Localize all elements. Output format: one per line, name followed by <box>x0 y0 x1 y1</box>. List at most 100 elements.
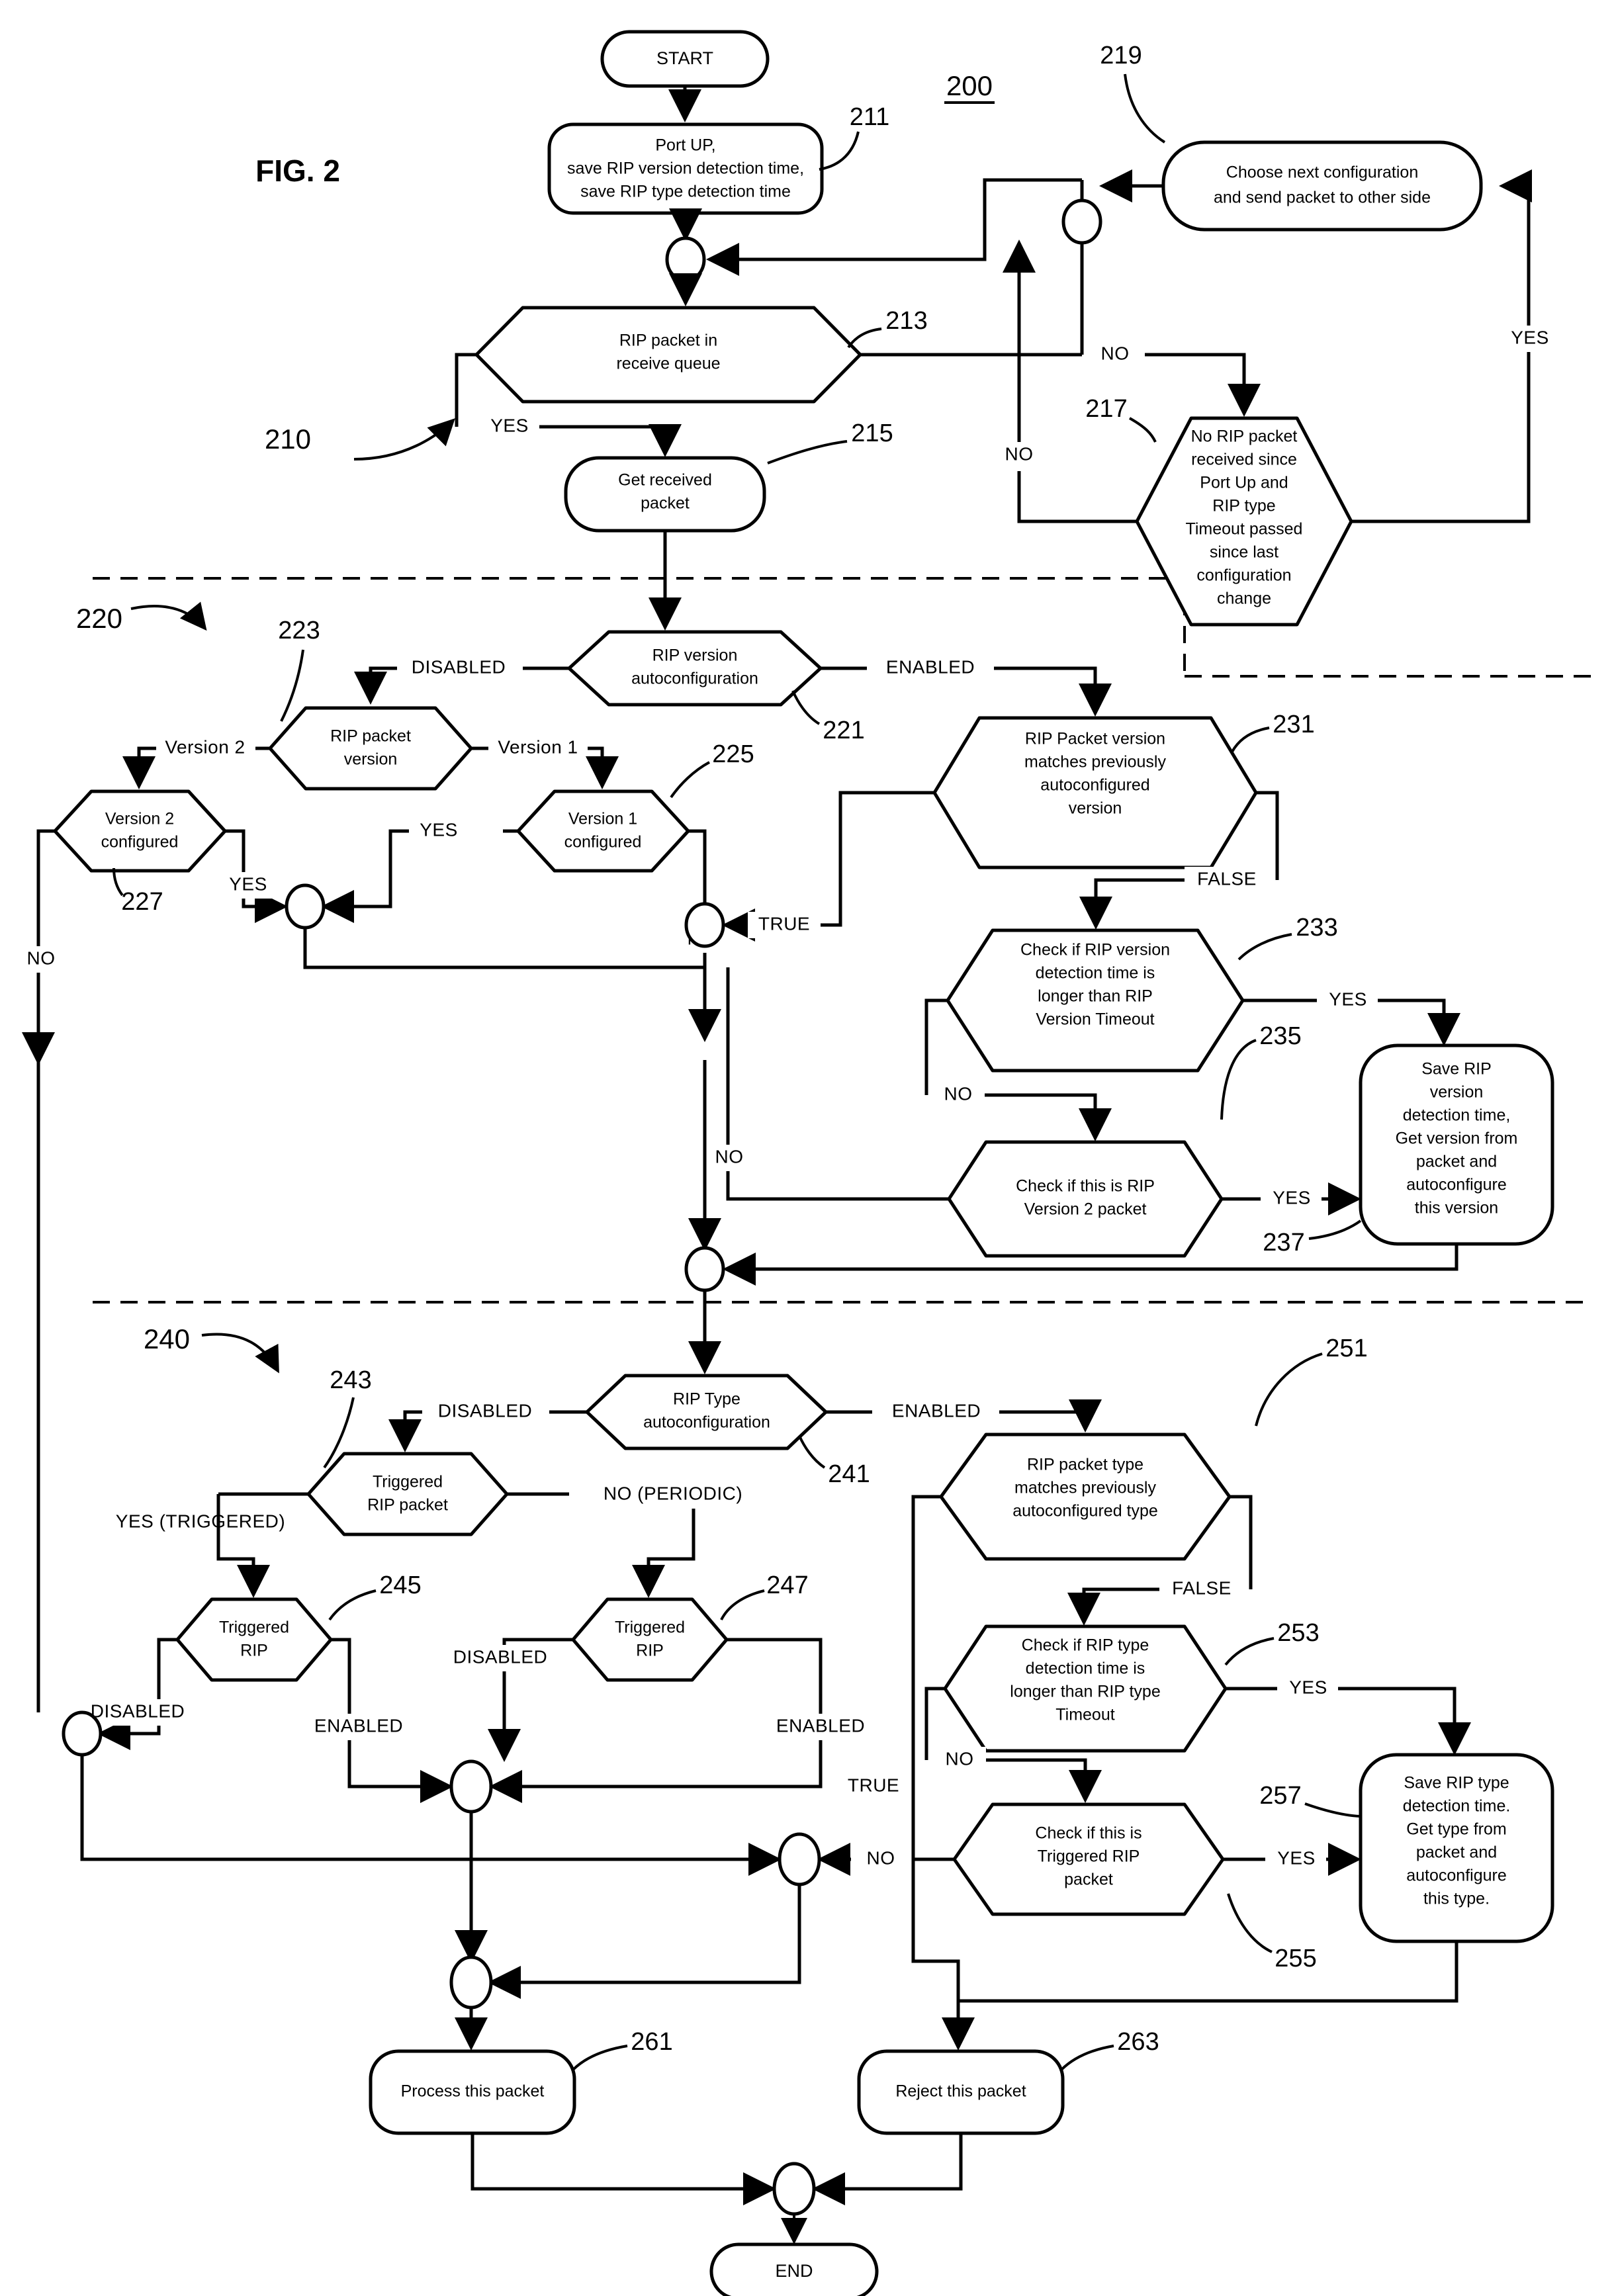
node-245: Triggered RIP <box>175 1597 333 1682</box>
section-ref-220-label: 220 <box>76 603 122 634</box>
node-253-line-1: detection time is <box>1026 1659 1145 1678</box>
node-243-line-0: Triggered <box>373 1473 443 1491</box>
node-261: Process this packet <box>369 2049 576 2135</box>
ref-221-label: 221 <box>823 717 864 744</box>
edge-label-223-v1: Version 1 <box>498 736 578 757</box>
edge-label-231-false: FALSE <box>1197 868 1257 889</box>
node-263-line-0: Reject this packet <box>895 2082 1026 2101</box>
node-223: RIP packet version <box>268 706 473 791</box>
merge-node-g <box>449 1759 493 1814</box>
edge-label-245-enabled: ENABLED <box>314 1715 403 1736</box>
merge-node-e <box>684 1246 725 1292</box>
edge-label-231-true: TRUE <box>758 913 810 934</box>
node-237-line-6: this version <box>1415 1199 1498 1217</box>
node-235: Check if this is RIP Version 2 packet <box>947 1140 1224 1258</box>
node-217-line-4: Timeout passed <box>1186 520 1303 539</box>
node-219-line-0: Choose next configuration <box>1226 163 1418 182</box>
node-233: Check if RIP version detection time is l… <box>946 928 1245 1073</box>
node-257-line-2: Get type from <box>1406 1820 1506 1839</box>
merge-node-a <box>665 236 706 283</box>
edge-label-235-yes: YES <box>1273 1187 1311 1208</box>
ref-261-label: 261 <box>631 2028 672 2056</box>
merge-node-c <box>285 883 326 930</box>
edge-label-245-disabled: DISABLED <box>91 1700 185 1721</box>
edge-label-233-yes: YES <box>1329 989 1367 1009</box>
edge-label-217-yes: YES <box>1511 327 1549 347</box>
edge-label-221-enabled: ENABLED <box>886 656 975 677</box>
ref-241-label: 241 <box>828 1460 870 1488</box>
node-233-line-0: Check if RIP version <box>1020 941 1170 959</box>
ref-213-label: 213 <box>885 307 927 335</box>
node-263: Reject this packet <box>857 2049 1065 2135</box>
ref-217-label: 217 <box>1085 395 1127 423</box>
node-237-line-5: autoconfigure <box>1406 1176 1507 1194</box>
node-217-line-1: received since <box>1191 451 1297 469</box>
node-219: Choose next configuration and send packe… <box>1161 140 1483 232</box>
node-221-line-1: autoconfiguration <box>631 670 758 688</box>
node-217-line-3: RIP type <box>1212 497 1275 515</box>
diagram-ref-200: 200 <box>944 70 995 104</box>
ref-235-label: 235 <box>1259 1022 1301 1050</box>
node-231: RIP Packet version matches previously au… <box>932 716 1258 869</box>
node-237-line-1: version <box>1430 1083 1484 1102</box>
node-215: Get received packet <box>564 456 766 533</box>
node-235-line-1: Version 2 packet <box>1024 1200 1147 1219</box>
node-215-line-1: packet <box>641 494 690 513</box>
ref-237-label: 237 <box>1263 1229 1304 1257</box>
edge-label-223-v2: Version 2 <box>165 736 245 757</box>
node-257-line-3: packet and <box>1416 1843 1497 1862</box>
node-253-line-2: longer than RIP type <box>1010 1683 1160 1701</box>
node-213-line-0: RIP packet in <box>619 331 717 350</box>
node-261-line-0: Process this packet <box>401 2082 545 2101</box>
merge-node-i <box>449 1955 493 2009</box>
edge-label-217-no: NO <box>1005 443 1034 464</box>
node-247: Triggered RIP <box>571 1597 729 1682</box>
node-251: RIP packet type matches previously autoc… <box>939 1433 1232 1561</box>
node-start: START <box>600 30 770 88</box>
edge-label-251-false: FALSE <box>1172 1577 1232 1598</box>
node-223-line-0: RIP packet <box>330 727 411 746</box>
edge-label-243-no: NO (PERIODIC) <box>604 1483 742 1503</box>
node-217-line-7: change <box>1217 590 1271 608</box>
merge-node-j <box>772 2162 816 2216</box>
node-221-line-0: RIP version <box>652 646 738 665</box>
node-237-line-0: Save RIP <box>1421 1060 1492 1079</box>
node-237-line-2: detection time, <box>1403 1106 1511 1125</box>
node-251-line-0: RIP packet type <box>1027 1456 1143 1474</box>
merge-node-b <box>1061 199 1102 245</box>
ref-223-label: 223 <box>278 617 320 644</box>
node-233-line-1: detection time is <box>1036 964 1155 983</box>
edge-label-241-disabled: DISABLED <box>438 1400 533 1421</box>
edge-label-247-disabled: DISABLED <box>453 1646 548 1667</box>
node-243-line-1: RIP packet <box>367 1496 448 1515</box>
node-251-line-1: matches previously <box>1014 1479 1156 1497</box>
node-243: Triggered RIP packet <box>306 1452 509 1536</box>
node-225-line-1: configured <box>564 833 642 852</box>
node-end-label: END <box>775 2261 813 2281</box>
ref-219-label: 219 <box>1100 42 1142 69</box>
ref-211-label: 211 <box>850 103 890 131</box>
section-ref-240-label: 240 <box>144 1323 190 1354</box>
node-241-line-0: RIP Type <box>673 1390 740 1409</box>
node-241: RIP Type autoconfiguration <box>585 1374 828 1450</box>
ref-227-label: 227 <box>121 888 163 916</box>
node-231-line-1: matches previously <box>1024 753 1166 772</box>
node-245-line-0: Triggered <box>219 1618 289 1637</box>
node-247-line-1: RIP <box>636 1642 664 1660</box>
node-end: END <box>709 2242 879 2296</box>
ref-253-label: 253 <box>1277 1619 1319 1647</box>
edge-label-213-yes: YES <box>490 415 529 435</box>
node-257: Save RIP type detection time. Get type f… <box>1359 1753 1554 1943</box>
node-227-line-1: configured <box>101 833 179 852</box>
edge-label-243-yes: YES (TRIGGERED) <box>116 1511 285 1531</box>
node-257-line-5: this type. <box>1423 1890 1490 1908</box>
node-217-line-6: configuration <box>1196 566 1291 585</box>
node-211-line-1: save RIP version detection time, <box>567 159 804 178</box>
ref-263-label: 263 <box>1117 2028 1159 2056</box>
ref-215-label: 215 <box>851 419 893 447</box>
node-245-line-1: RIP <box>240 1642 268 1660</box>
edge-label-225-yes: YES <box>420 819 458 840</box>
node-231-line-2: autoconfigured <box>1040 776 1149 795</box>
edge-label-241-enabled: ENABLED <box>892 1400 981 1421</box>
edge-label-255-no: NO <box>867 1847 895 1868</box>
